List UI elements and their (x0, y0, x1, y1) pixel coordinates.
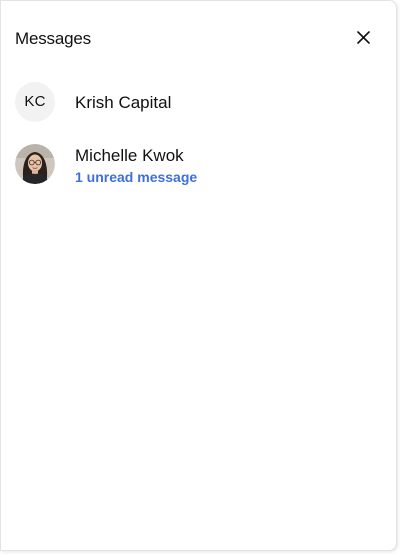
conversation-name: Michelle Kwok (75, 146, 184, 165)
panel-header: Messages (15, 27, 375, 51)
panel-title: Messages (15, 29, 91, 48)
conversation-name: Krish Capital (75, 93, 172, 112)
avatar-photo (15, 144, 55, 184)
unread-status: 1 unread message (75, 169, 198, 185)
close-button[interactable] (353, 27, 375, 49)
conversation-item-michelle-kwok[interactable]: Michelle Kwok 1 unread message (15, 144, 375, 186)
messages-panel: Messages KC Krish Capital Michelle Kwok … (0, 0, 397, 551)
close-icon (357, 31, 370, 44)
avatar: KC (15, 82, 55, 122)
conversation-item-krish-capital[interactable]: KC Krish Capital (15, 82, 375, 124)
